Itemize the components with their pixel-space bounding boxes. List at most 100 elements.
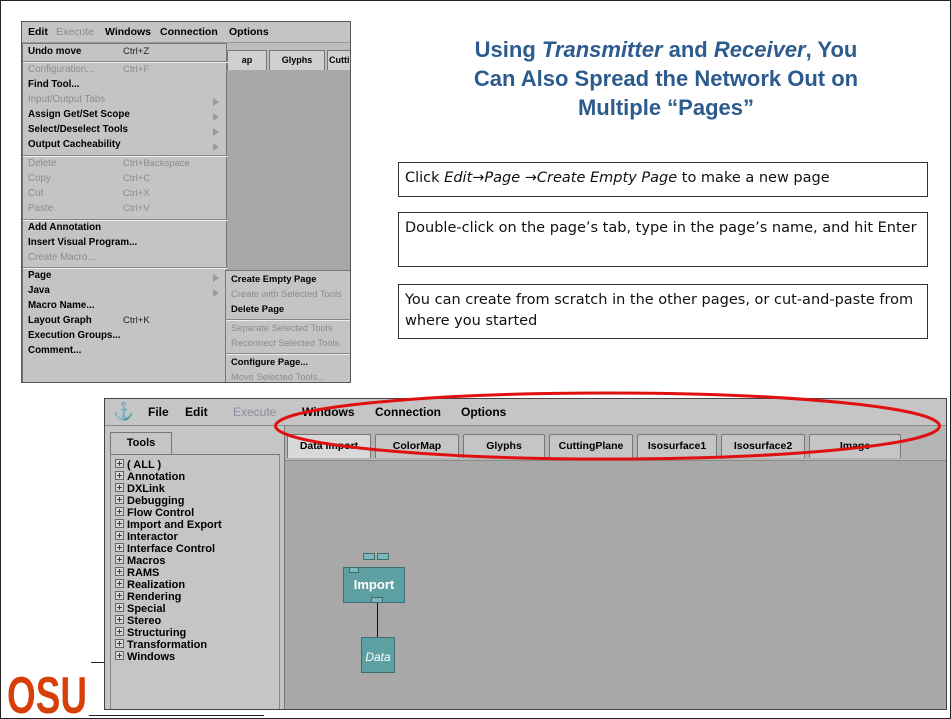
expand-plus-icon[interactable] xyxy=(115,591,124,600)
tool-category-label: Special xyxy=(127,603,166,615)
submenu-item-create-empty-page[interactable]: Create Empty Page xyxy=(231,273,316,287)
dx-menu-file[interactable]: File xyxy=(148,405,169,419)
anchor-icon[interactable]: ⚓ xyxy=(113,402,134,422)
menu-item-cut[interactable]: Cut xyxy=(28,188,43,202)
menu-separator xyxy=(23,219,228,221)
expand-plus-icon[interactable] xyxy=(115,627,124,636)
menu-item-assign-get-set-scope[interactable]: Assign Get/Set Scope xyxy=(28,109,130,123)
menu-bar: Edit Execute Windows Connection Options xyxy=(22,22,350,43)
tool-category[interactable]: Special xyxy=(115,603,166,615)
menu-edit[interactable]: Edit xyxy=(28,26,48,38)
tool-category-label: Import and Export xyxy=(127,519,222,531)
accelerator-label: Ctrl+X xyxy=(123,188,150,199)
expand-plus-icon[interactable] xyxy=(115,615,124,624)
menu-item-insert-visual-program[interactable]: Insert Visual Program... xyxy=(28,237,137,251)
tool-category[interactable]: Realization xyxy=(115,579,185,591)
menu-item-find-tool[interactable]: Find Tool... xyxy=(28,79,80,93)
dx-menu-execute[interactable]: Execute xyxy=(233,405,276,419)
expand-plus-icon[interactable] xyxy=(115,567,124,576)
tool-category[interactable]: DXLink xyxy=(115,483,165,495)
background-tab[interactable]: Cuttin xyxy=(327,50,350,70)
menu-options[interactable]: Options xyxy=(229,26,269,38)
data-transmitter-node[interactable]: Data xyxy=(361,637,395,673)
expand-plus-icon[interactable] xyxy=(115,483,124,492)
menu-item-configuration[interactable]: Configuration... xyxy=(28,64,94,78)
menu-item-output-cacheability[interactable]: Output Cacheability xyxy=(28,139,121,153)
slide-title: Using Transmitter and Receiver, You Can … xyxy=(401,35,931,122)
menu-item-create-macro[interactable]: Create Macro... xyxy=(28,252,96,266)
menu-item-select-deselect-tools[interactable]: Select/Deselect Tools xyxy=(28,124,128,138)
expand-plus-icon[interactable] xyxy=(115,471,124,480)
input-port[interactable] xyxy=(349,567,359,573)
tool-category[interactable]: Debugging xyxy=(115,495,184,507)
expand-plus-icon[interactable] xyxy=(115,543,124,552)
menu-item-copy[interactable]: Copy xyxy=(28,173,51,187)
tool-category[interactable]: Rendering xyxy=(115,591,181,603)
menu-item-add-annotation[interactable]: Add Annotation xyxy=(28,222,101,236)
submenu-item-separate-selected-tools[interactable]: Separate Selected Tools xyxy=(231,322,332,336)
menu-item-undo-move[interactable]: Undo move xyxy=(28,46,81,60)
connection-wire[interactable] xyxy=(377,603,378,637)
tool-category[interactable]: Flow Control xyxy=(115,507,194,519)
menu-item-execution-groups[interactable]: Execution Groups... xyxy=(28,330,121,344)
menu-item-layout-graph[interactable]: Layout Graph xyxy=(28,315,92,329)
menu-item-page[interactable]: Page xyxy=(28,270,51,284)
tool-category[interactable]: RAMS xyxy=(115,567,159,579)
submenu-item-delete-page[interactable]: Delete Page xyxy=(231,303,284,317)
tool-category-label: RAMS xyxy=(127,567,160,579)
submenu-arrow-icon xyxy=(213,143,221,151)
title-text-italic: Transmitter xyxy=(541,37,663,62)
title-line-1: Using Transmitter and Receiver, You xyxy=(401,35,931,64)
menu-item-input-output-tabs[interactable]: Input/Output Tabs xyxy=(28,94,105,108)
expand-plus-icon[interactable] xyxy=(115,651,124,660)
expand-plus-icon[interactable] xyxy=(115,555,124,564)
menu-item-paste[interactable]: Paste xyxy=(28,203,53,217)
menu-windows[interactable]: Windows xyxy=(105,26,151,38)
background-tab[interactable]: ap xyxy=(227,50,267,70)
tool-category[interactable]: Interactor xyxy=(115,531,178,543)
tool-category[interactable]: Structuring xyxy=(115,627,186,639)
tool-category[interactable]: Stereo xyxy=(115,615,161,627)
title-line-2: Can Also Spread the Network Out on xyxy=(473,66,859,91)
tool-category-label: Windows xyxy=(127,651,176,663)
menu-execute[interactable]: Execute xyxy=(56,26,94,38)
submenu-item-create-with-selected-tools[interactable]: Create with Selected Tools xyxy=(231,288,342,302)
expand-plus-icon[interactable] xyxy=(115,603,124,612)
tool-category[interactable]: Windows xyxy=(115,651,175,663)
accelerator-label: Ctrl+Backspace xyxy=(123,158,190,169)
tools-tab[interactable]: Tools xyxy=(110,432,172,454)
menu-item-comment[interactable]: Comment... xyxy=(28,345,81,359)
accelerator-label: Ctrl+C xyxy=(123,173,151,184)
tool-category-label: Transformation xyxy=(127,639,208,651)
expand-plus-icon[interactable] xyxy=(115,495,124,504)
tool-category[interactable]: Import and Export xyxy=(115,519,222,531)
expand-plus-icon[interactable] xyxy=(115,519,124,528)
background-canvas xyxy=(227,70,350,290)
input-port[interactable] xyxy=(377,553,389,560)
expand-plus-icon[interactable] xyxy=(115,639,124,648)
network-canvas[interactable]: Import Data xyxy=(285,460,946,709)
tool-category[interactable]: Interface Control xyxy=(115,543,215,555)
expand-plus-icon[interactable] xyxy=(115,507,124,516)
tool-category[interactable]: ( ALL ) xyxy=(115,459,161,471)
submenu-item-configure-page[interactable]: Configure Page... xyxy=(231,356,308,370)
submenu-item-move-selected-tools[interactable]: Move Selected Tools... xyxy=(231,371,325,382)
menu-item-delete[interactable]: Delete xyxy=(28,158,56,172)
tool-category[interactable]: Annotation xyxy=(115,471,185,483)
expand-plus-icon[interactable] xyxy=(115,459,124,468)
tool-category[interactable]: Transformation xyxy=(115,639,207,651)
dx-menu-edit[interactable]: Edit xyxy=(185,405,208,419)
menu-item-macro-name[interactable]: Macro Name... xyxy=(28,300,94,314)
menu-connection[interactable]: Connection xyxy=(160,26,218,38)
tool-category[interactable]: Macros xyxy=(115,555,166,567)
instruction-text: Click xyxy=(405,170,445,186)
background-page-tabs: ap Glyphs Cuttin xyxy=(227,44,350,70)
tool-category-label: Interface Control xyxy=(127,543,216,555)
menu-item-java[interactable]: Java xyxy=(28,285,50,299)
tool-category-label: ( ALL ) xyxy=(127,459,162,471)
background-tab[interactable]: Glyphs xyxy=(269,50,325,70)
input-port[interactable] xyxy=(363,553,375,560)
submenu-item-reconnect-selected-tools[interactable]: Reconnect Selected Tools xyxy=(231,337,339,351)
expand-plus-icon[interactable] xyxy=(115,579,124,588)
expand-plus-icon[interactable] xyxy=(115,531,124,540)
